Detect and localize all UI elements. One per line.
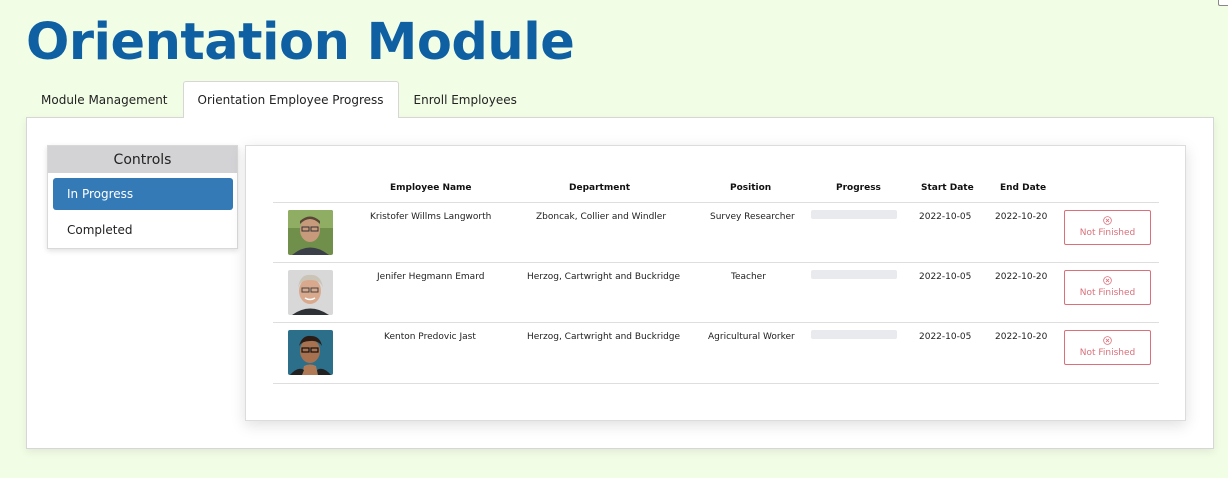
page-title: Orientation Module — [26, 13, 575, 72]
column-header-employee-name: Employee Name — [390, 183, 472, 193]
status-label: Not Finished — [1079, 228, 1136, 238]
status-label: Not Finished — [1079, 288, 1136, 298]
start-date: 2022-10-05 — [919, 212, 972, 222]
progress-bar — [811, 330, 897, 339]
status-button[interactable]: Not Finished — [1064, 270, 1151, 305]
row-divider — [273, 262, 1159, 263]
tab-enroll-employees[interactable]: Enroll Employees — [399, 81, 532, 118]
status-button[interactable]: Not Finished — [1064, 330, 1151, 365]
controls-panel: Controls In Progress Completed — [47, 145, 238, 249]
employee-position: Survey Researcher — [710, 212, 795, 222]
control-in-progress[interactable]: In Progress — [53, 178, 233, 210]
status-label: Not Finished — [1079, 348, 1136, 358]
circle-x-icon — [1103, 216, 1112, 225]
end-date: 2022-10-20 — [995, 212, 1048, 222]
column-header-position: Position — [730, 183, 772, 193]
employee-name: Kenton Predovic Jast — [384, 332, 476, 342]
employee-name: Kristofer Willms Langworth — [370, 212, 492, 222]
column-header-department: Department — [569, 183, 631, 193]
column-header-end-date: End Date — [1000, 183, 1047, 193]
progress-bar — [811, 270, 897, 279]
tab-orientation-employee-progress[interactable]: Orientation Employee Progress — [182, 81, 399, 118]
start-date: 2022-10-05 — [919, 332, 972, 342]
status-button[interactable]: Not Finished — [1064, 210, 1151, 245]
start-date: 2022-10-05 — [919, 272, 972, 282]
avatar — [288, 210, 333, 255]
end-date: 2022-10-20 — [995, 332, 1048, 342]
end-date: 2022-10-20 — [995, 272, 1048, 282]
header-divider — [273, 202, 1159, 203]
employee-progress-table: Employee Name Department Position Progre… — [245, 145, 1186, 421]
avatar — [288, 270, 333, 315]
column-header-start-date: Start Date — [921, 183, 974, 193]
circle-x-icon — [1103, 276, 1112, 285]
tab-bar: Module Management Orientation Employee P… — [26, 81, 532, 118]
employee-department: Zboncak, Collier and Windler — [536, 212, 667, 222]
employee-name: Jenifer Hegmann Emard — [377, 272, 485, 282]
control-completed[interactable]: Completed — [53, 214, 233, 246]
avatar — [288, 330, 333, 375]
progress-bar — [811, 210, 897, 219]
tab-module-management[interactable]: Module Management — [26, 81, 183, 118]
employee-position: Teacher — [731, 272, 766, 282]
table-bottom-divider — [273, 383, 1159, 384]
employee-department: Herzog, Cartwright and Buckridge — [527, 272, 681, 282]
row-divider — [273, 322, 1159, 323]
employee-department: Herzog, Cartwright and Buckridge — [527, 332, 681, 342]
column-header-progress: Progress — [836, 183, 881, 193]
circle-x-icon — [1103, 336, 1112, 345]
controls-title: Controls — [48, 146, 237, 173]
window-corner-control — [1218, 0, 1228, 6]
employee-position: Agricultural Worker — [708, 332, 795, 342]
